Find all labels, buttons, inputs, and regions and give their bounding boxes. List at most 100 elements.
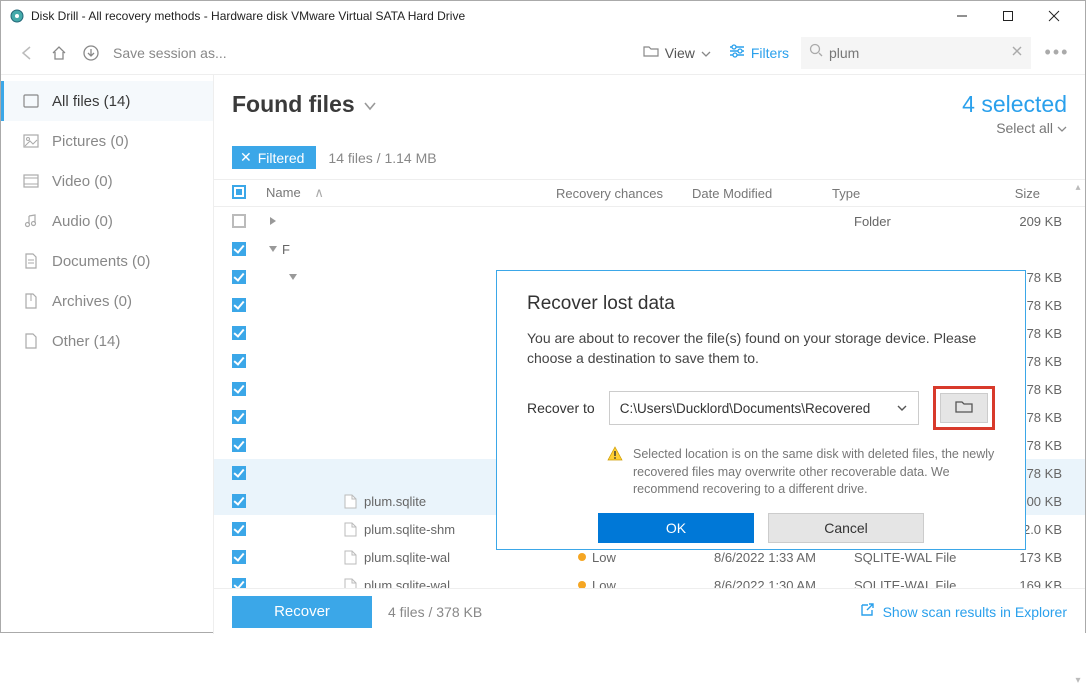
folder-icon <box>955 399 973 418</box>
ok-button[interactable]: OK <box>598 513 754 543</box>
sidebar-item-label: Audio (0) <box>52 213 113 230</box>
row-checkbox[interactable] <box>232 466 246 480</box>
table-row[interactable]: plum.sqlite-wal Low 8/6/2022 1:30 AMSQLITE… <box>214 571 1085 588</box>
status-dot <box>578 581 586 588</box>
show-in-explorer-link[interactable]: Show scan results in Explorer <box>859 602 1067 621</box>
row-checkbox[interactable] <box>232 298 246 312</box>
clear-search-icon[interactable] <box>1011 44 1023 62</box>
file-size: 209 KB <box>972 214 1062 229</box>
sidebar-item-all-files[interactable]: All files (14) <box>1 81 213 121</box>
more-button[interactable]: ••• <box>1039 42 1075 63</box>
file-name: plum.sqlite-shm <box>364 522 455 537</box>
main-panel: Found files 4 selected Select all ✕ Filt… <box>214 75 1085 634</box>
chevron-down-icon <box>1057 120 1067 136</box>
home-button[interactable] <box>43 37 75 69</box>
expand-toggle[interactable] <box>260 244 282 254</box>
warning-icon <box>607 446 623 499</box>
file-size: 173 KB <box>972 550 1062 565</box>
row-checkbox[interactable] <box>232 214 246 228</box>
recover-dialog: Recover lost data You are about to recov… <box>496 270 1026 550</box>
row-checkbox[interactable] <box>232 410 246 424</box>
search-box[interactable] <box>801 37 1031 69</box>
file-type: SQLITE-WAL File <box>854 550 972 565</box>
filters-button[interactable]: Filters <box>729 44 789 61</box>
file-name: plum.sqlite <box>364 494 426 509</box>
filtered-chip[interactable]: ✕ Filtered <box>232 146 316 169</box>
expand-toggle[interactable] <box>260 216 282 226</box>
expand-toggle[interactable] <box>260 272 302 282</box>
minimize-button[interactable] <box>939 1 985 31</box>
selected-count: 4 selected <box>962 91 1067 118</box>
header-checkbox[interactable] <box>232 185 246 199</box>
external-link-icon <box>859 602 875 621</box>
recovery-chance: Low <box>592 550 616 565</box>
sidebar-item-archives[interactable]: Archives (0) <box>1 281 213 321</box>
search-icon <box>809 43 823 62</box>
browse-highlight <box>933 386 995 430</box>
row-checkbox[interactable] <box>232 382 246 396</box>
col-type[interactable]: Type <box>832 186 950 201</box>
close-icon[interactable]: ✕ <box>240 149 252 166</box>
footer: Recover 4 files / 378 KB Show scan resul… <box>214 588 1085 634</box>
file-name: plum.sqlite-wal <box>364 578 450 589</box>
save-session-button[interactable]: Save session as... <box>113 45 227 61</box>
warning-text: Selected location is on the same disk wi… <box>633 446 995 499</box>
date-modified: 8/6/2022 1:30 AM <box>714 578 854 589</box>
chevron-down-icon <box>363 91 377 118</box>
cancel-button[interactable]: Cancel <box>768 513 924 543</box>
filtered-label: Filtered <box>258 150 305 166</box>
sidebar: All files (14) Pictures (0) Video (0) Au… <box>1 75 214 634</box>
sidebar-item-label: All files (14) <box>52 93 130 110</box>
close-button[interactable] <box>1031 1 1077 31</box>
recover-button[interactable]: Recover <box>232 596 372 628</box>
row-checkbox[interactable] <box>232 494 246 508</box>
scroll-down-icon[interactable]: ▾ <box>1075 675 1080 686</box>
table-row[interactable]: F <box>214 235 1085 263</box>
col-date[interactable]: Date Modified <box>692 186 832 201</box>
row-checkbox[interactable] <box>232 438 246 452</box>
archives-icon <box>22 293 40 309</box>
sidebar-item-video[interactable]: Video (0) <box>1 161 213 201</box>
search-input[interactable] <box>829 45 1023 61</box>
file-name: plum.sqlite-wal <box>364 550 450 565</box>
show-in-explorer-label: Show scan results in Explorer <box>883 604 1067 620</box>
sidebar-item-label: Documents (0) <box>52 253 150 270</box>
sidebar-item-documents[interactable]: Documents (0) <box>1 241 213 281</box>
scroll-up-icon[interactable]: ▴ <box>1075 182 1080 193</box>
back-button[interactable] <box>11 37 43 69</box>
sidebar-item-other[interactable]: Other (14) <box>1 321 213 361</box>
found-files-label: Found files <box>232 91 355 118</box>
folder-name: F <box>282 242 290 257</box>
chevron-down-icon <box>896 401 908 416</box>
file-type: SQLITE-WAL File <box>854 578 972 589</box>
found-files-heading[interactable]: Found files <box>232 91 377 118</box>
recovery-chance: Low <box>592 578 616 589</box>
row-checkbox[interactable] <box>232 578 246 588</box>
recover-to-dropdown[interactable]: C:\Users\Ducklord\Documents\Recovered <box>609 391 919 425</box>
save-session-icon[interactable] <box>75 37 107 69</box>
row-checkbox[interactable] <box>232 550 246 564</box>
row-checkbox[interactable] <box>232 522 246 536</box>
sidebar-item-pictures[interactable]: Pictures (0) <box>1 121 213 161</box>
view-label: View <box>665 45 695 61</box>
select-all-button[interactable]: Select all <box>962 120 1067 136</box>
file-icon <box>342 521 358 537</box>
recover-to-label: Recover to <box>527 400 595 416</box>
row-checkbox[interactable] <box>232 354 246 368</box>
browse-button[interactable] <box>940 393 988 423</box>
col-name[interactable]: Name ∧ <box>260 185 556 201</box>
row-checkbox[interactable] <box>232 242 246 256</box>
maximize-button[interactable] <box>985 1 1031 31</box>
sidebar-item-audio[interactable]: Audio (0) <box>1 201 213 241</box>
status-dot <box>578 553 586 561</box>
col-chances[interactable]: Recovery chances <box>556 186 692 201</box>
column-headers: Name ∧ Recovery chances Date Modified Ty… <box>214 179 1085 207</box>
view-dropdown[interactable]: View <box>643 44 711 61</box>
col-size[interactable]: Size <box>950 186 1040 201</box>
table-row[interactable]: Folder209 KB <box>214 207 1085 235</box>
row-checkbox[interactable] <box>232 270 246 284</box>
row-checkbox[interactable] <box>232 326 246 340</box>
pictures-icon <box>22 134 40 148</box>
file-icon <box>342 493 358 509</box>
sidebar-item-label: Pictures (0) <box>52 133 129 150</box>
